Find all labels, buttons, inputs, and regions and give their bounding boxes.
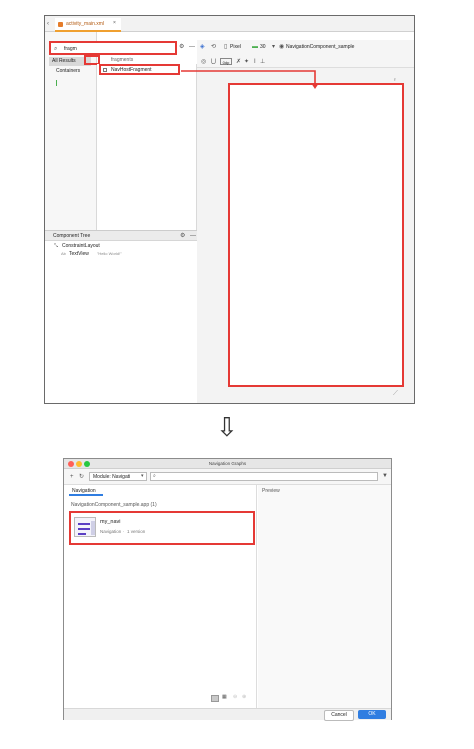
magnet-icon[interactable]: ⋃	[211, 59, 216, 65]
xml-file-icon	[58, 22, 63, 27]
module-group-label: NavigationComponent_sample.app (1)	[71, 502, 157, 508]
android-icon: ▬	[252, 44, 258, 50]
navigation-graph-thumbnail-icon	[74, 517, 96, 537]
close-tab-icon[interactable]: ×	[113, 21, 116, 26]
dialog-titlebar: Navigation Graphs	[64, 459, 391, 469]
search-icon: ⌕	[54, 46, 58, 52]
navhostfragment-label: NavHostFragment	[111, 67, 152, 73]
palette-results: fragments NavHostFragment	[97, 58, 197, 245]
clear-constraints-icon[interactable]: ✗	[236, 59, 241, 65]
navigation-graphs-dialog: Navigation Graphs + ↻ Module: Navigati ▾…	[63, 458, 392, 721]
editor-tab-strip: ‹ activity_main.xml ×	[45, 16, 414, 32]
refresh-icon[interactable]: ↻	[79, 474, 84, 480]
search-icon: ⌕	[153, 473, 156, 479]
tree-minimize-icon[interactable]: —	[190, 233, 196, 239]
drag-arrow	[181, 70, 319, 89]
textview-icon: Ab	[61, 251, 66, 256]
baseline-icon[interactable]: ⊥	[260, 59, 265, 65]
theme-icon: ◉	[279, 44, 285, 50]
graph-item-my-navi[interactable]: my_navi Navigation · 1 version	[69, 511, 255, 545]
gear-icon[interactable]: ⚙	[179, 44, 184, 50]
dialog-title: Navigation Graphs	[208, 461, 247, 466]
component-tree-header: Component Tree ⚙ —	[45, 231, 197, 241]
category-containers[interactable]: Containers	[56, 69, 80, 74]
view-mode-toggles: ▦ ⊖ ⊕	[209, 694, 254, 704]
preview-label: Preview	[262, 488, 280, 494]
filter-input[interactable]: ⌕	[150, 472, 378, 481]
grid-view-icon[interactable]: ▦	[222, 695, 227, 700]
constraint-layout-icon: ⤡	[54, 243, 59, 249]
resource-list-panel: Navigation NavigationComponent_sample.ap…	[64, 485, 257, 708]
category-marker	[56, 80, 57, 86]
tab-navigation[interactable]: Navigation	[69, 487, 103, 496]
graph-item-type: Navigation	[100, 529, 122, 534]
preview-panel: Preview	[258, 485, 391, 708]
palette-group-fragments: fragments	[111, 57, 134, 63]
layers-icon[interactable]: ◈	[200, 44, 205, 50]
orientation-icon[interactable]: ⟲	[211, 44, 216, 50]
layout-editor-window: ‹ activity_main.xml × ⌕ fragm All Result…	[44, 15, 415, 404]
theme-selector[interactable]: NavigationComponent_sample	[286, 45, 354, 50]
chevron-left-icon[interactable]: ‹	[47, 21, 49, 27]
cancel-button[interactable]: Cancel	[324, 710, 354, 721]
dialog-toolbar: + ↻ Module: Navigati ▾ ⌕ ▼	[64, 469, 391, 485]
graph-item-usage: 1 version	[127, 529, 146, 534]
design-toolbar: ⚙ — ◈ ⟲ ▯ Pixel ▬ 30 ▾ ◉ NavigationCompo…	[179, 40, 414, 56]
tree-gear-icon[interactable]: ⚙	[180, 233, 185, 239]
graph-item-name: my_navi	[100, 519, 121, 525]
view-options-icon[interactable]: ◎	[201, 59, 206, 65]
zoom-in-icon[interactable]: ⊕	[242, 695, 246, 700]
device-selector[interactable]: Pixel	[230, 45, 241, 50]
palette-search-input[interactable]: fragm	[64, 47, 77, 52]
graph-item-separator: ·	[123, 529, 125, 534]
device-icon[interactable]: ▯	[224, 44, 227, 50]
resize-handle-icon[interactable]: ⟋	[393, 390, 398, 397]
component-tree-title: Component Tree	[53, 233, 91, 239]
file-tab-label: activity_main.xml	[66, 21, 105, 27]
list-view-icon[interactable]	[211, 695, 219, 702]
fragment-icon	[103, 68, 107, 72]
minimize-icon[interactable]: —	[189, 44, 195, 50]
component-tree-panel: Component Tree ⚙ — ⤡ ConstraintLayout Ab…	[45, 230, 197, 403]
constraint-toolbar: ◎ ⋃ 0dp ✗ ✦ I ⊥	[197, 56, 414, 68]
palette-search-box[interactable]: ⌕ fragm	[49, 41, 177, 55]
filter-icon[interactable]: ▼	[382, 473, 388, 479]
chevron-down-icon[interactable]: ▾	[272, 44, 275, 50]
tab-activity-main[interactable]: activity_main.xml ×	[55, 18, 121, 32]
navhostfragment-item[interactable]: NavHostFragment	[99, 64, 180, 75]
guidelines-icon[interactable]: I	[254, 59, 256, 65]
dialog-footer: Cancel OK	[64, 708, 391, 721]
device-preview-drop-target[interactable]	[228, 83, 404, 387]
margin-selector[interactable]: 0dp	[220, 58, 232, 65]
zoom-out-icon[interactable]: ⊖	[233, 695, 237, 700]
ok-button[interactable]: OK	[358, 710, 386, 719]
add-icon[interactable]: +	[70, 474, 74, 480]
infer-constraints-icon[interactable]: ✦	[244, 59, 249, 65]
chevron-down-icon: ▾	[141, 473, 144, 479]
module-selector[interactable]: Module: Navigati ▾	[89, 472, 147, 481]
down-arrow-icon: ⇩	[216, 412, 238, 442]
api-selector[interactable]: 30	[260, 45, 266, 50]
